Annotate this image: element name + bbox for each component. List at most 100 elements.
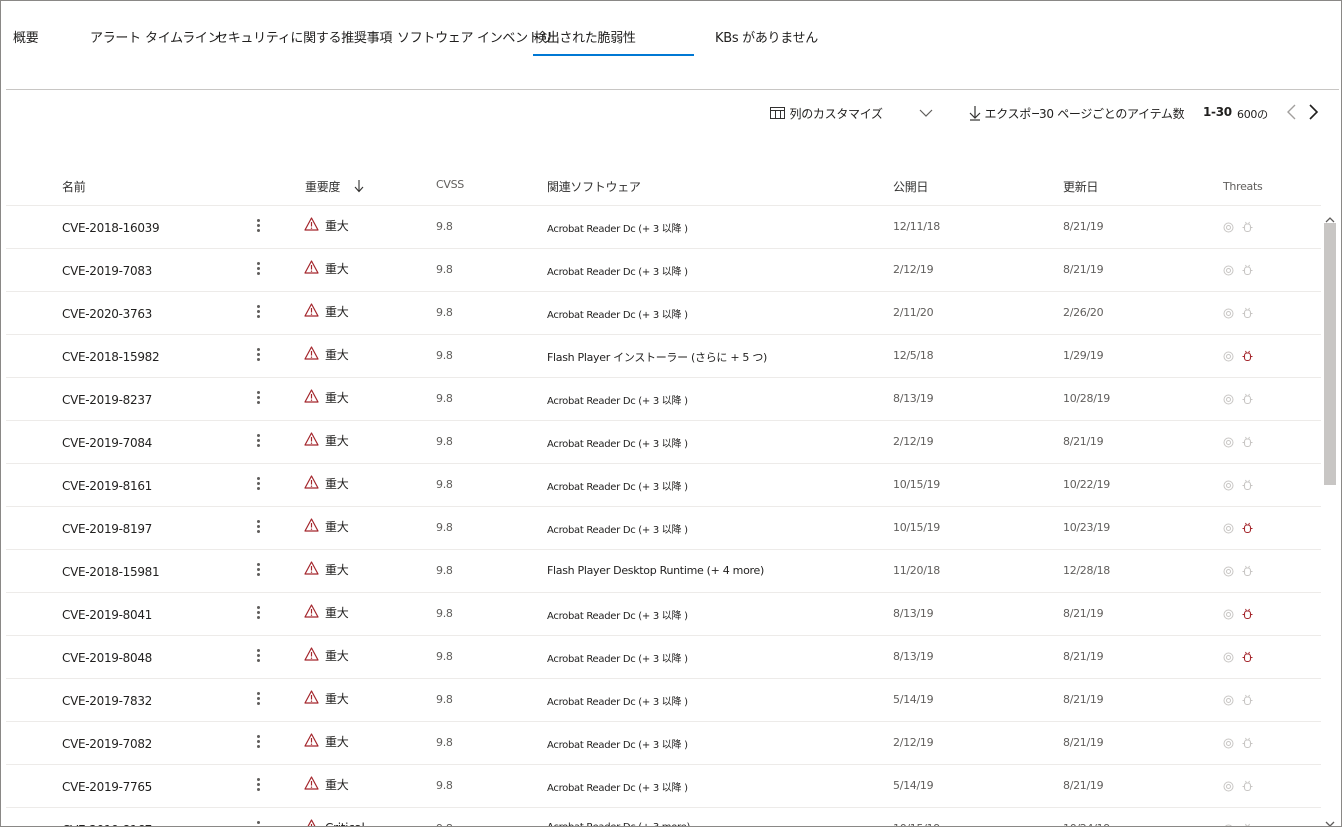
customize-columns-button[interactable]: 列のカスタマイズ xyxy=(770,105,883,123)
cve-id[interactable]: CVE-2019-7083 xyxy=(62,264,152,278)
row-more-actions-button[interactable] xyxy=(250,217,266,235)
customize-columns-dropdown[interactable] xyxy=(919,107,933,121)
previous-page-button[interactable] xyxy=(1285,103,1297,124)
severity-label: 重大 xyxy=(325,305,349,319)
warning-icon xyxy=(304,389,319,406)
exploit-kit-icon xyxy=(1223,308,1234,322)
table-row[interactable]: CVE-2019-8167 Critical 9.8 Acrobat Reader D… xyxy=(6,807,1321,826)
threats-cell xyxy=(1223,737,1253,752)
active-threat-bug-icon xyxy=(1242,350,1253,365)
tab-discovered-vulnerabilities[interactable]: 検出された脆弱性 xyxy=(534,27,636,46)
tab-overview[interactable]: 概要 xyxy=(13,27,39,46)
exploit-kit-icon xyxy=(1223,652,1234,666)
row-more-actions-button[interactable] xyxy=(250,647,266,665)
severity-cell: 重大 xyxy=(304,733,349,750)
row-more-actions-button[interactable] xyxy=(250,690,266,708)
active-threat-bug-icon xyxy=(1242,737,1253,752)
table-row[interactable]: CVE-2019-7082 重大 9.8 Acrobat Reader Dc (+ 3… xyxy=(6,721,1321,764)
cve-id[interactable]: CVE-2020-3763 xyxy=(62,307,152,321)
severity-cell: 重大 xyxy=(304,432,349,449)
row-more-actions-button[interactable] xyxy=(250,260,266,278)
row-more-actions-button[interactable] xyxy=(250,432,266,450)
active-tab-indicator xyxy=(533,54,694,56)
scrollbar-thumb[interactable] xyxy=(1324,223,1336,485)
tab-software-inventory[interactable]: ソフトウェア インベントリ xyxy=(397,27,554,46)
scroll-down-icon[interactable] xyxy=(1325,813,1335,826)
table-row[interactable]: CVE-2019-7084 重大 9.8 Acrobat Reader Dc (+ 3… xyxy=(6,420,1321,463)
severity-cell: 重大 xyxy=(304,346,349,363)
tab-security-recommendations[interactable]: セキュリティに関する推奨事項 xyxy=(215,27,392,46)
exploit-kit-icon xyxy=(1223,695,1234,709)
cve-id[interactable]: CVE-2019-8161 xyxy=(62,479,152,493)
tabs-divider xyxy=(6,89,1339,90)
row-more-actions-button[interactable] xyxy=(250,819,266,826)
table-row[interactable]: CVE-2020-3763 重大 9.8 Acrobat Reader Dc (+ 3… xyxy=(6,291,1321,334)
updated-date: 12/28/18 xyxy=(1063,564,1111,577)
row-more-actions-button[interactable] xyxy=(250,604,266,622)
column-header-published[interactable]: 公開日 xyxy=(893,178,928,195)
table-row[interactable]: CVE-2019-7083 重大 9.8 Acrobat Reader Dc (+ 3… xyxy=(6,248,1321,291)
cve-id[interactable]: CVE-2019-8167 xyxy=(62,823,152,826)
table-row[interactable]: CVE-2019-8048 重大 9.8 Acrobat Reader Dc (+ 3… xyxy=(6,635,1321,678)
row-more-actions-button[interactable] xyxy=(250,733,266,751)
severity-label: 重大 xyxy=(325,563,349,577)
column-header-updated[interactable]: 更新日 xyxy=(1063,178,1098,195)
row-more-actions-button[interactable] xyxy=(250,518,266,536)
tab-timeline[interactable]: タイムライン xyxy=(145,27,221,46)
related-software: Acrobat Reader Dc (+ 3 以降 ) xyxy=(547,439,688,450)
table-row[interactable]: CVE-2019-8197 重大 9.8 Acrobat Reader Dc (+ 3… xyxy=(6,506,1321,549)
table-row[interactable]: CVE-2019-7832 重大 9.8 Acrobat Reader Dc (+ 3… xyxy=(6,678,1321,721)
cve-id[interactable]: CVE-2019-7084 xyxy=(62,436,152,450)
table-row[interactable]: CVE-2018-15981 重大 9.8 Flash Player Desktop … xyxy=(6,549,1321,592)
severity-cell: 重大 xyxy=(304,604,349,621)
page-size-selector[interactable]: 30 ページごとのアイテム数 xyxy=(1039,105,1185,122)
column-header-name[interactable]: 名前 xyxy=(62,178,86,195)
table-row[interactable]: CVE-2019-8041 重大 9.8 Acrobat Reader Dc (+ 3… xyxy=(6,592,1321,635)
threats-cell xyxy=(1223,694,1253,709)
vertical-scrollbar[interactable] xyxy=(1321,205,1339,826)
next-page-button[interactable] xyxy=(1308,103,1320,124)
column-header-severity[interactable]: 重要度 xyxy=(305,178,364,196)
table-row[interactable]: CVE-2019-8237 重大 9.8 Acrobat Reader Dc (+ 3… xyxy=(6,377,1321,420)
exploit-kit-icon xyxy=(1223,222,1234,236)
cve-id[interactable]: CVE-2019-8197 xyxy=(62,522,152,536)
cvss-score: 9.8 xyxy=(436,564,453,577)
severity-label: 重大 xyxy=(325,606,349,620)
threats-cell xyxy=(1223,651,1253,666)
chevron-down-icon xyxy=(919,107,933,121)
table-row[interactable]: CVE-2019-8161 重大 9.8 Acrobat Reader Dc (+ 3… xyxy=(6,463,1321,506)
published-date: 11/20/18 xyxy=(893,564,941,577)
table-row[interactable]: CVE-2018-15982 重大 9.8 Flash Player インストーラー … xyxy=(6,334,1321,377)
cve-id[interactable]: CVE-2019-7832 xyxy=(62,694,152,708)
row-more-actions-button[interactable] xyxy=(250,776,266,794)
severity-cell: 重大 xyxy=(304,647,349,664)
cve-id[interactable]: CVE-2018-15982 xyxy=(62,350,160,364)
severity-label: 重大 xyxy=(325,434,349,448)
threats-cell xyxy=(1223,823,1253,826)
cve-id[interactable]: CVE-2018-16039 xyxy=(62,221,160,235)
cve-id[interactable]: CVE-2019-7765 xyxy=(62,780,152,794)
row-more-actions-button[interactable] xyxy=(250,389,266,407)
tab-missing-kbs[interactable]: KBs がありません xyxy=(715,27,818,46)
row-more-actions-button[interactable] xyxy=(250,303,266,321)
warning-icon xyxy=(304,561,319,578)
tab-alerts[interactable]: アラート xyxy=(90,27,141,46)
column-header-software[interactable]: 関連ソフトウェア xyxy=(547,178,641,195)
exploit-kit-icon xyxy=(1223,523,1234,537)
cve-id[interactable]: CVE-2019-8048 xyxy=(62,651,152,665)
cve-id[interactable]: CVE-2019-8237 xyxy=(62,393,152,407)
warning-icon xyxy=(304,432,319,449)
row-more-actions-button[interactable] xyxy=(250,346,266,364)
row-more-actions-button[interactable] xyxy=(250,475,266,493)
column-header-cvss[interactable]: CVSS xyxy=(436,178,464,191)
warning-icon xyxy=(304,604,319,621)
cve-id[interactable]: CVE-2018-15981 xyxy=(62,565,160,579)
cve-id[interactable]: CVE-2019-8041 xyxy=(62,608,152,622)
active-threat-bug-icon xyxy=(1242,651,1253,666)
row-more-actions-button[interactable] xyxy=(250,561,266,579)
severity-label: 重大 xyxy=(325,735,349,749)
table-row[interactable]: CVE-2019-7765 重大 9.8 Acrobat Reader Dc (+ 3… xyxy=(6,764,1321,807)
table-row[interactable]: CVE-2018-16039 重大 9.8 Acrobat Reader Dc (+ … xyxy=(6,205,1321,248)
column-header-threats[interactable]: Threats xyxy=(1223,180,1263,193)
cve-id[interactable]: CVE-2019-7082 xyxy=(62,737,152,751)
